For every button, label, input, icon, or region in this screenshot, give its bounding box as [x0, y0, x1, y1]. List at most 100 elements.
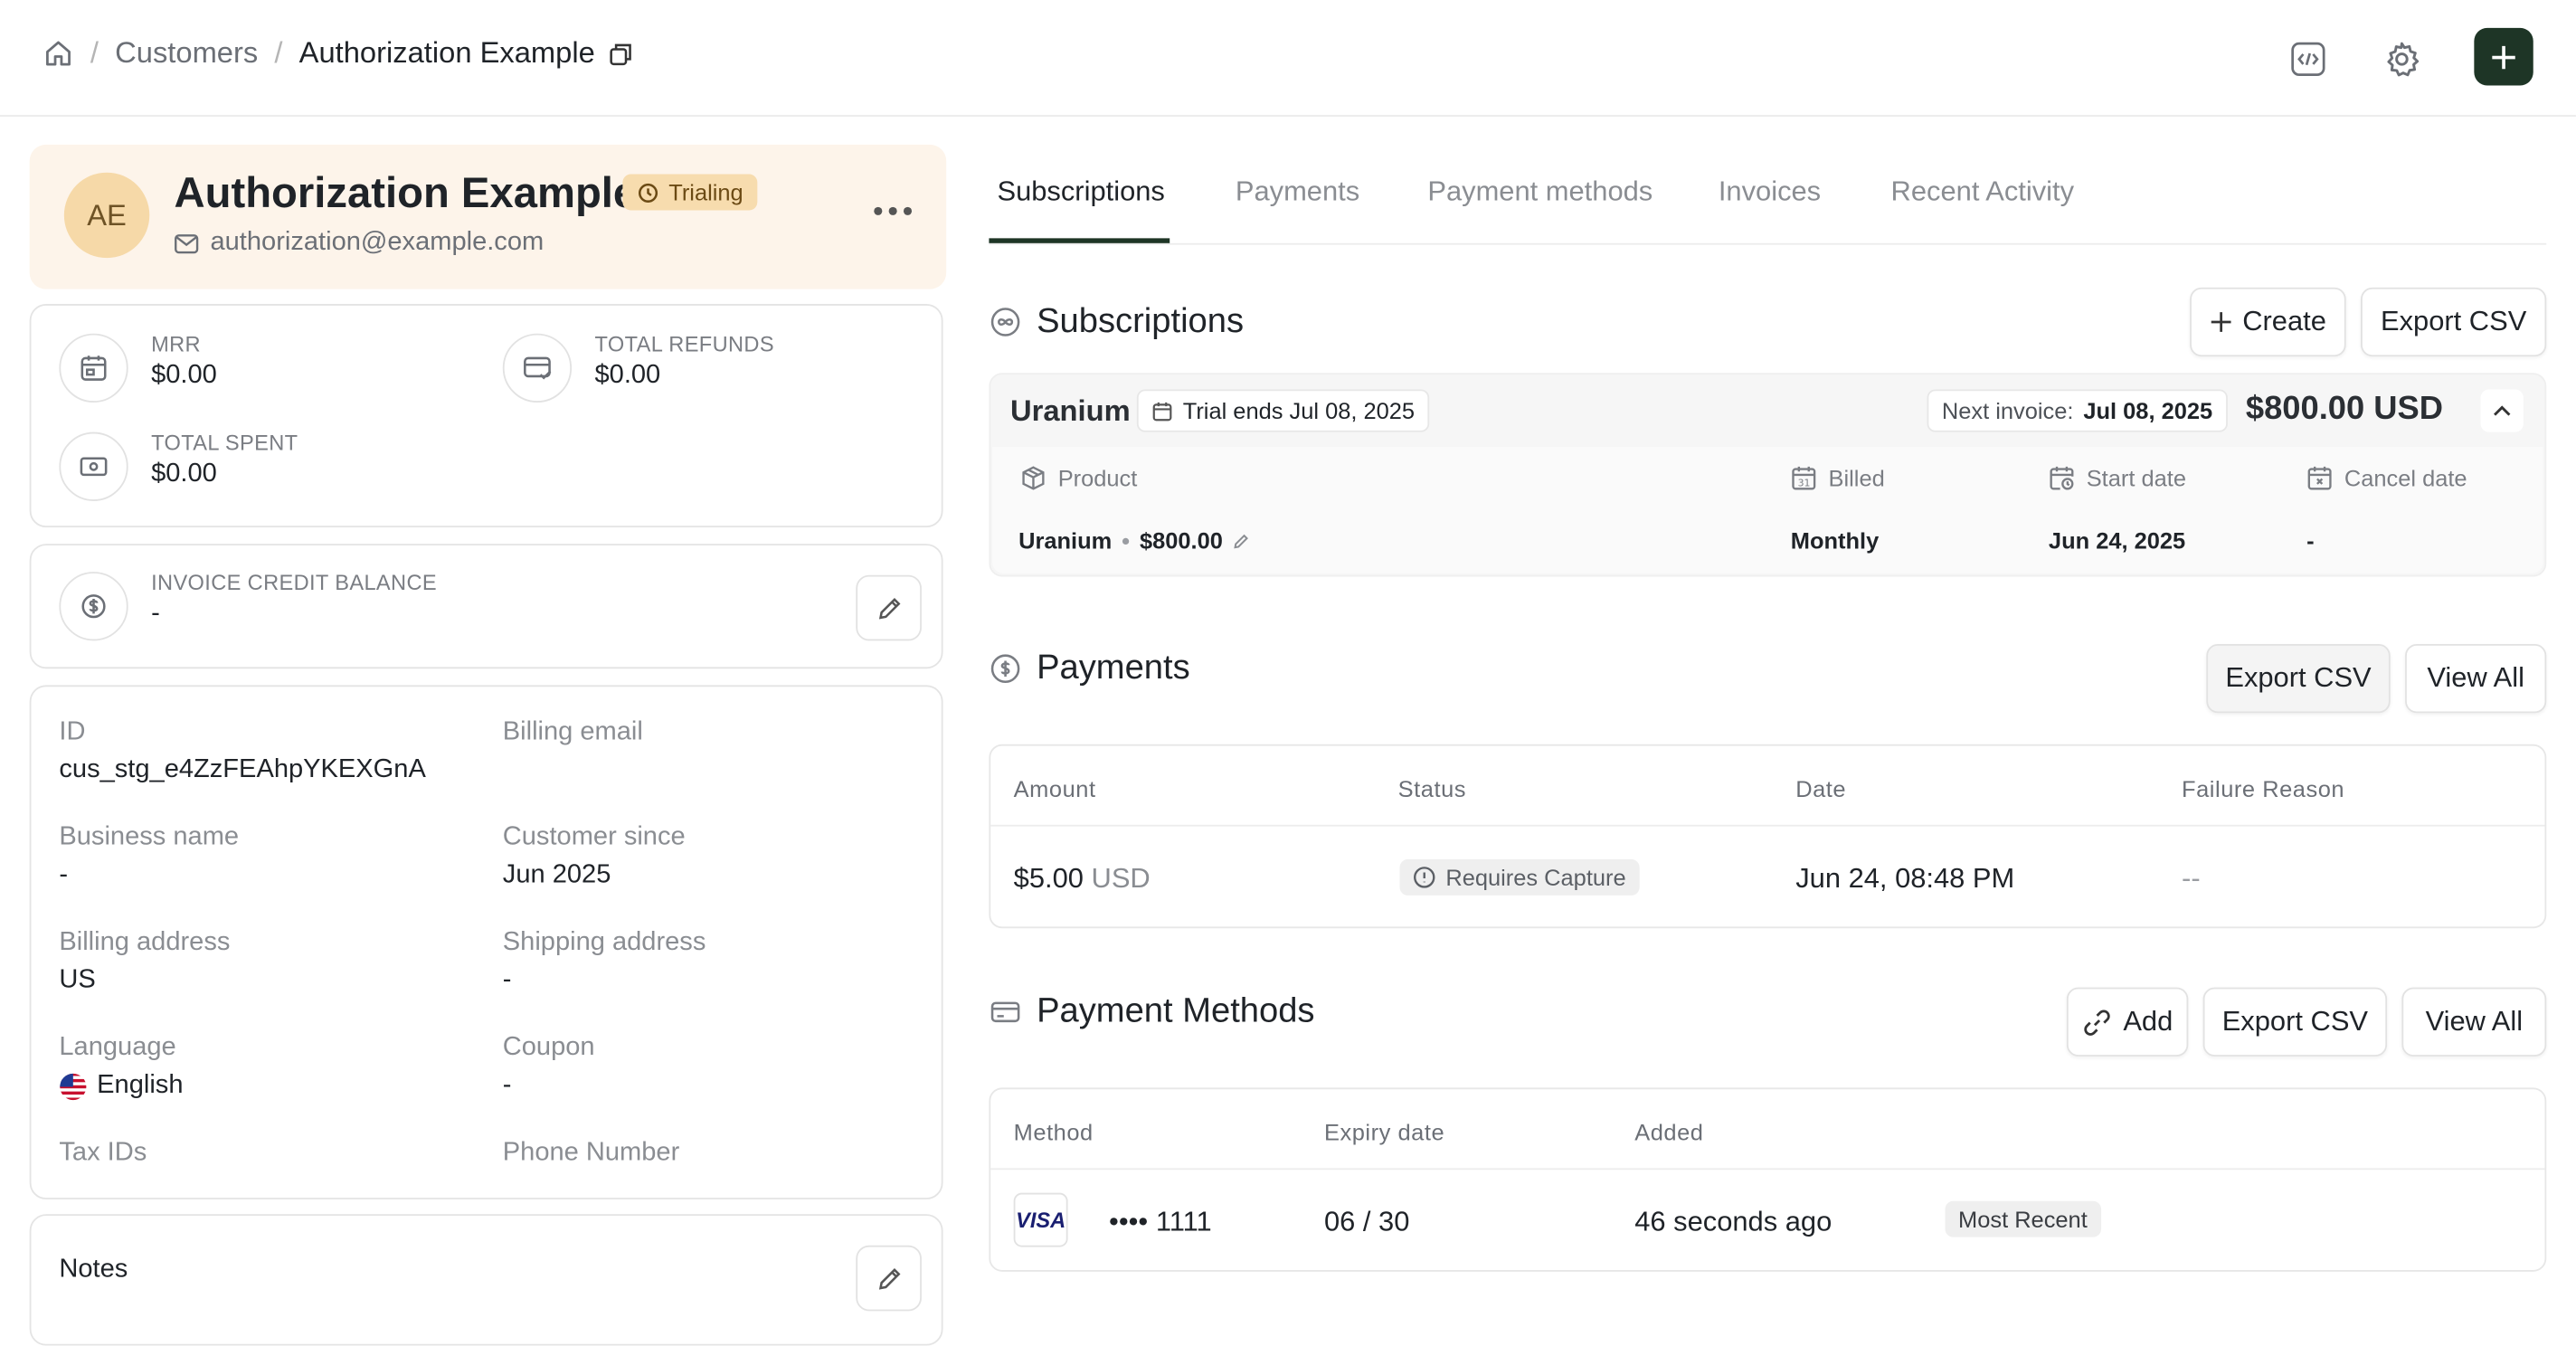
payment-amount[interactable]: $5.00 USD	[1014, 863, 1151, 896]
add-payment-method-button[interactable]: Add	[2066, 987, 2189, 1057]
breadcrumb-customers[interactable]: Customers	[115, 36, 258, 71]
more-options-button[interactable]	[874, 206, 913, 215]
pencil-icon[interactable]	[1233, 532, 1251, 550]
metric-spent: TOTAL SPENT $0.00	[59, 431, 298, 501]
trial-text: Trial ends Jul 08, 2025	[1182, 397, 1416, 424]
tab-payment-methods[interactable]: Payment methods	[1427, 175, 1653, 208]
developer-button[interactable]	[2280, 32, 2336, 88]
column-header: Failure Reason	[2182, 775, 2345, 802]
metric-label: MRR	[151, 331, 201, 357]
button-label: Add	[2123, 1005, 2174, 1038]
field-label: Business name	[59, 822, 240, 851]
calendar-31-icon: 31	[1791, 465, 1817, 491]
export-payments-button[interactable]: Export CSV	[2206, 643, 2391, 714]
column-header: Status	[1397, 775, 1467, 802]
calendar-x-icon	[2306, 465, 2333, 491]
link-icon	[2082, 1006, 2114, 1038]
field-label: Tax IDs	[59, 1138, 147, 1167]
field-value: -	[502, 1071, 512, 1100]
breadcrumb-separator: /	[274, 35, 283, 70]
column-header: Amount	[1013, 775, 1096, 802]
metric-mrr: MRR $0.00	[59, 331, 217, 403]
pencil-icon	[875, 594, 903, 622]
payment-methods-heading: Payment Methods	[990, 992, 1315, 1032]
refund-card-icon	[502, 333, 573, 403]
column-label: Billed	[1828, 465, 1885, 492]
dot	[888, 206, 897, 215]
calendar-icon	[59, 333, 128, 403]
customer-header: AE Authorization Example Trialing author…	[29, 144, 947, 289]
product-name: Uranium	[1018, 527, 1113, 555]
payment-status-badge: Requires Capture	[1399, 858, 1640, 896]
box-icon	[1020, 465, 1046, 491]
infinity-icon	[990, 308, 1020, 337]
view-all-payments-button[interactable]: View All	[2405, 643, 2547, 714]
settings-button[interactable]	[2374, 32, 2430, 88]
notes-card: Notes	[29, 1214, 943, 1346]
clock-icon	[638, 182, 659, 204]
gear-icon	[2382, 40, 2422, 80]
field-billing-email: Billing email	[503, 718, 643, 748]
field-tax-ids: Tax IDs	[59, 1139, 147, 1169]
field-customer-since: Customer since Jun 2025	[503, 823, 686, 890]
breadcrumb-current: Authorization Example	[298, 35, 595, 70]
details-card: ID cus_stg_e4ZzFEAhpYKEXGnA Billing emai…	[29, 685, 943, 1199]
dot	[874, 206, 883, 215]
tab-bar: Subscriptions Payments Payment methods I…	[989, 161, 2547, 245]
metrics-card: MRR $0.00 TOTAL REFUNDS $0.00 TOTAL SPEN…	[29, 304, 943, 528]
tab-invoices[interactable]: Invoices	[1719, 175, 1821, 208]
column-header: Added	[1634, 1118, 1704, 1145]
payment-failure-reason: --	[2182, 862, 2201, 895]
info-icon	[1413, 866, 1435, 888]
field-label: ID	[59, 717, 86, 746]
metric-value: $0.00	[151, 460, 217, 488]
visa-icon: VISA	[1013, 1192, 1068, 1247]
next-invoice-date: Jul 08, 2025	[2083, 397, 2213, 424]
col-product: Product	[1020, 465, 1137, 491]
field-billing-address: Billing address US	[59, 928, 230, 995]
payments-table	[989, 744, 2547, 929]
tab-payments[interactable]: Payments	[1236, 175, 1359, 208]
field-value: -	[502, 965, 512, 994]
plus-icon	[2210, 310, 2232, 333]
metric-value: $0.00	[594, 361, 661, 390]
column-header: Date	[1795, 775, 1847, 802]
breadcrumb-separator: /	[90, 35, 99, 70]
edit-credit-button[interactable]	[856, 574, 922, 641]
table-divider	[990, 824, 2545, 827]
tab-recent-activity[interactable]: Recent Activity	[1891, 175, 2075, 208]
us-flag-icon	[59, 1072, 87, 1100]
subscription-amount: $800.00 USD	[2245, 391, 2443, 428]
col-cancel-date: Cancel date	[2306, 465, 2467, 491]
export-subscriptions-button[interactable]: Export CSV	[2361, 287, 2547, 357]
row-cancel-date: -	[2306, 527, 2315, 555]
edit-notes-button[interactable]	[856, 1245, 922, 1312]
field-id: ID cus_stg_e4ZzFEAhpYKEXGnA	[59, 718, 425, 785]
amount-value: $5.00	[1013, 862, 1084, 895]
card-number[interactable]: •••• 1111	[1109, 1206, 1212, 1238]
tab-subscriptions[interactable]: Subscriptions	[997, 175, 1164, 208]
payment-methods-table	[989, 1087, 2547, 1272]
avatar: AE	[63, 172, 150, 259]
add-button[interactable]	[2474, 27, 2533, 86]
table-divider	[990, 1168, 2545, 1171]
code-icon	[2290, 41, 2326, 77]
field-label: Phone Number	[502, 1138, 680, 1167]
view-all-payment-methods-button[interactable]: View All	[2401, 987, 2547, 1057]
dollar-coin-icon	[990, 654, 1020, 684]
copy-icon[interactable]	[608, 40, 634, 66]
collapse-button[interactable]	[2480, 389, 2524, 432]
home-icon[interactable]	[43, 38, 74, 70]
dot	[903, 206, 913, 215]
field-language: Language English	[59, 1033, 183, 1100]
field-label: Shipping address	[502, 928, 706, 957]
metric-credit: INVOICE CREDIT BALANCE -	[59, 570, 437, 641]
active-tab-indicator	[989, 238, 1170, 243]
status-badge: Trialing	[622, 174, 759, 211]
metric-value: $0.00	[151, 361, 217, 390]
payment-date: Jun 24, 08:48 PM	[1795, 862, 2015, 895]
create-subscription-button[interactable]: Create	[2190, 287, 2346, 357]
export-payment-methods-button[interactable]: Export CSV	[2202, 987, 2388, 1057]
field-shipping-address: Shipping address -	[503, 928, 706, 995]
card-added: 46 seconds ago	[1634, 1206, 1833, 1237]
